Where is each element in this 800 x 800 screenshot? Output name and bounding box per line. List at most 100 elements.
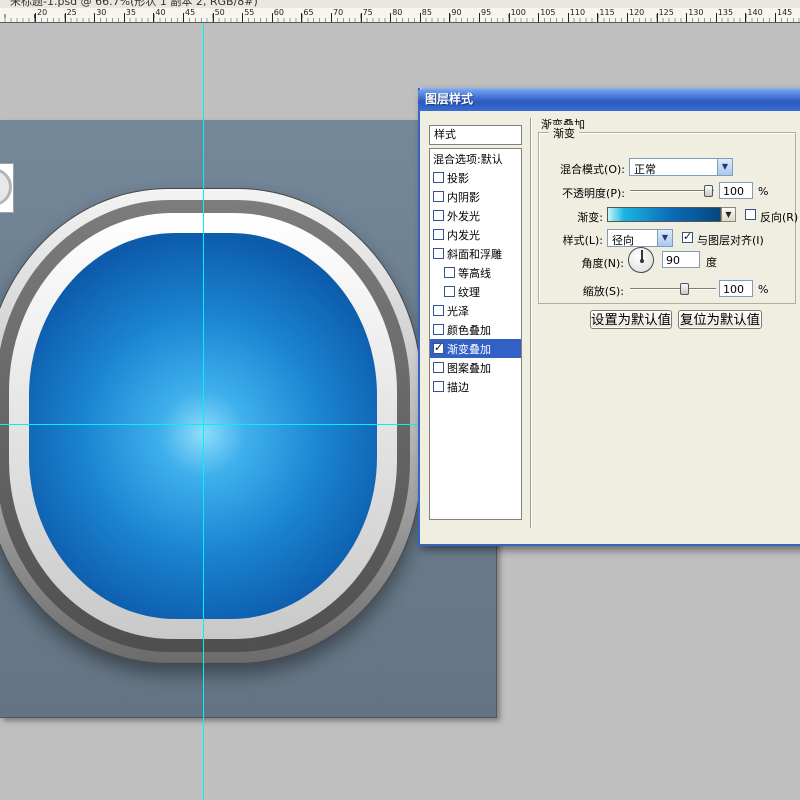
ruler-tick (242, 13, 243, 22)
scale-slider-handle[interactable] (680, 283, 689, 295)
chevron-down-icon[interactable]: ▼ (657, 230, 672, 246)
style-list-item[interactable]: 渐变叠加 (430, 339, 521, 358)
ruler-tick (745, 13, 746, 22)
set-default-button[interactable]: 设置为默认值 (590, 310, 672, 329)
style-item-checkbox[interactable] (433, 362, 444, 373)
ruler-tick (568, 13, 569, 22)
ruler-tick (627, 13, 628, 22)
gradient-swatch[interactable] (607, 207, 721, 222)
ruler-tick (509, 13, 510, 22)
style-list-item[interactable]: 斜面和浮雕 (430, 244, 521, 263)
document-title-text: 未标题-1.psd @ 66.7%(形状 1 副本 2, RGB/8#) (10, 0, 258, 8)
angle-dial[interactable] (628, 247, 654, 273)
style-item-checkbox[interactable] (433, 172, 444, 183)
angle-input[interactable]: 90 (662, 251, 700, 268)
ruler-label: 100 (511, 8, 526, 17)
blend-mode-value: 正常 (634, 161, 656, 177)
ruler-label: 115 (599, 8, 614, 17)
scale-input[interactable]: 100 (719, 280, 753, 297)
style-item-label: 混合选项:默认 (433, 151, 503, 167)
gradient-picker-arrow-icon[interactable]: ▼ (721, 207, 736, 222)
style-item-checkbox[interactable] (433, 229, 444, 240)
angle-dial-hub (640, 259, 644, 263)
style-label: 样式(L): (550, 232, 603, 248)
vertical-guide[interactable] (203, 23, 204, 800)
style-list-item[interactable]: 等高线 (430, 263, 521, 282)
ruler-label: 30 (96, 8, 106, 17)
ruler-label: 45 (185, 8, 195, 17)
panel-separator (530, 118, 531, 528)
style-item-label: 斜面和浮雕 (447, 246, 502, 262)
style-item-label: 图案叠加 (447, 360, 491, 376)
ruler-label: 130 (688, 8, 703, 17)
ruler-label: 70 (333, 8, 343, 17)
ruler-tick (213, 13, 214, 22)
gradient-style-value: 径向 (612, 232, 634, 248)
style-item-label: 颜色叠加 (447, 322, 491, 338)
reset-default-button[interactable]: 复位为默认值 (678, 310, 762, 329)
style-item-checkbox[interactable] (433, 305, 444, 316)
blend-mode-label: 混合模式(O): (546, 161, 625, 177)
style-item-label: 渐变叠加 (447, 341, 491, 357)
chevron-down-icon[interactable]: ▼ (717, 159, 732, 175)
reverse-label: 反向(R) (760, 209, 798, 225)
style-list-item[interactable]: 颜色叠加 (430, 320, 521, 339)
style-list-item[interactable]: 混合选项:默认 (430, 149, 521, 168)
reverse-checkbox[interactable] (745, 209, 756, 220)
ruler-tick (331, 13, 332, 22)
style-item-checkbox[interactable] (433, 324, 444, 335)
dialog-title: 图层样式 (425, 88, 473, 111)
ruler-label: 95 (481, 8, 491, 17)
ruler-label: 120 (629, 8, 644, 17)
button-artwork-dark-ring (0, 200, 410, 652)
ruler-tick (686, 13, 687, 22)
style-list-item[interactable]: 内发光 (430, 225, 521, 244)
ruler-tick (657, 13, 658, 22)
style-list-item[interactable]: 内阴影 (430, 187, 521, 206)
ruler-tick (390, 13, 391, 22)
opacity-slider-handle[interactable] (704, 185, 713, 197)
style-list-item[interactable]: 描边 (430, 377, 521, 396)
ruler-label: 60 (274, 8, 284, 17)
button-artwork-outer-ring (0, 188, 422, 664)
style-list-item[interactable]: 纹理 (430, 282, 521, 301)
style-item-checkbox[interactable] (433, 210, 444, 221)
style-item-checkbox[interactable] (433, 191, 444, 202)
style-item-label: 投影 (447, 170, 469, 186)
opacity-slider[interactable] (630, 190, 714, 192)
photoshop-workspace: 未标题-1.psd @ 66.7%(形状 1 副本 2, RGB/8#) 202… (0, 0, 800, 800)
ruler-label: 20 (37, 8, 47, 17)
ruler-label: 40 (155, 8, 165, 17)
style-list-item[interactable]: 外发光 (430, 206, 521, 225)
style-item-checkbox[interactable] (433, 248, 444, 259)
opacity-input[interactable]: 100 (719, 182, 753, 199)
style-item-checkbox[interactable] (433, 381, 444, 392)
horizontal-ruler[interactable]: 2025303540455055606570758085909510010511… (0, 8, 800, 23)
background-window-fragment (0, 163, 14, 213)
style-item-label: 等高线 (458, 265, 491, 281)
scale-slider[interactable] (630, 288, 716, 290)
style-list-item[interactable]: 投影 (430, 168, 521, 187)
ruler-tick (420, 13, 421, 22)
ruler-tick (449, 13, 450, 22)
scale-unit: % (758, 283, 768, 296)
style-item-label: 光泽 (447, 303, 469, 319)
style-item-label: 内发光 (447, 227, 480, 243)
style-item-checkbox[interactable] (433, 343, 444, 354)
align-with-layer-checkbox[interactable] (682, 232, 693, 243)
ruler-tick (183, 13, 184, 22)
ruler-tick (153, 13, 154, 22)
gradient-label: 渐变: (550, 209, 603, 225)
dialog-titlebar[interactable]: 图层样式 (418, 88, 800, 111)
gradient-style-select[interactable]: 径向 ▼ (607, 229, 673, 247)
blend-mode-select[interactable]: 正常 ▼ (629, 158, 733, 176)
style-item-checkbox[interactable] (444, 286, 455, 297)
layer-style-dialog: 图层样式 样式 混合选项:默认投影内阴影外发光内发光斜面和浮雕等高线纹理光泽颜色… (418, 88, 800, 546)
style-list-item[interactable]: 光泽 (430, 301, 521, 320)
style-item-checkbox[interactable] (444, 267, 455, 278)
style-list-item[interactable]: 图案叠加 (430, 358, 521, 377)
angle-unit: 度 (706, 254, 717, 270)
horizontal-guide[interactable] (0, 424, 418, 425)
ruler-label: 55 (244, 8, 254, 17)
ruler-tick (361, 13, 362, 22)
